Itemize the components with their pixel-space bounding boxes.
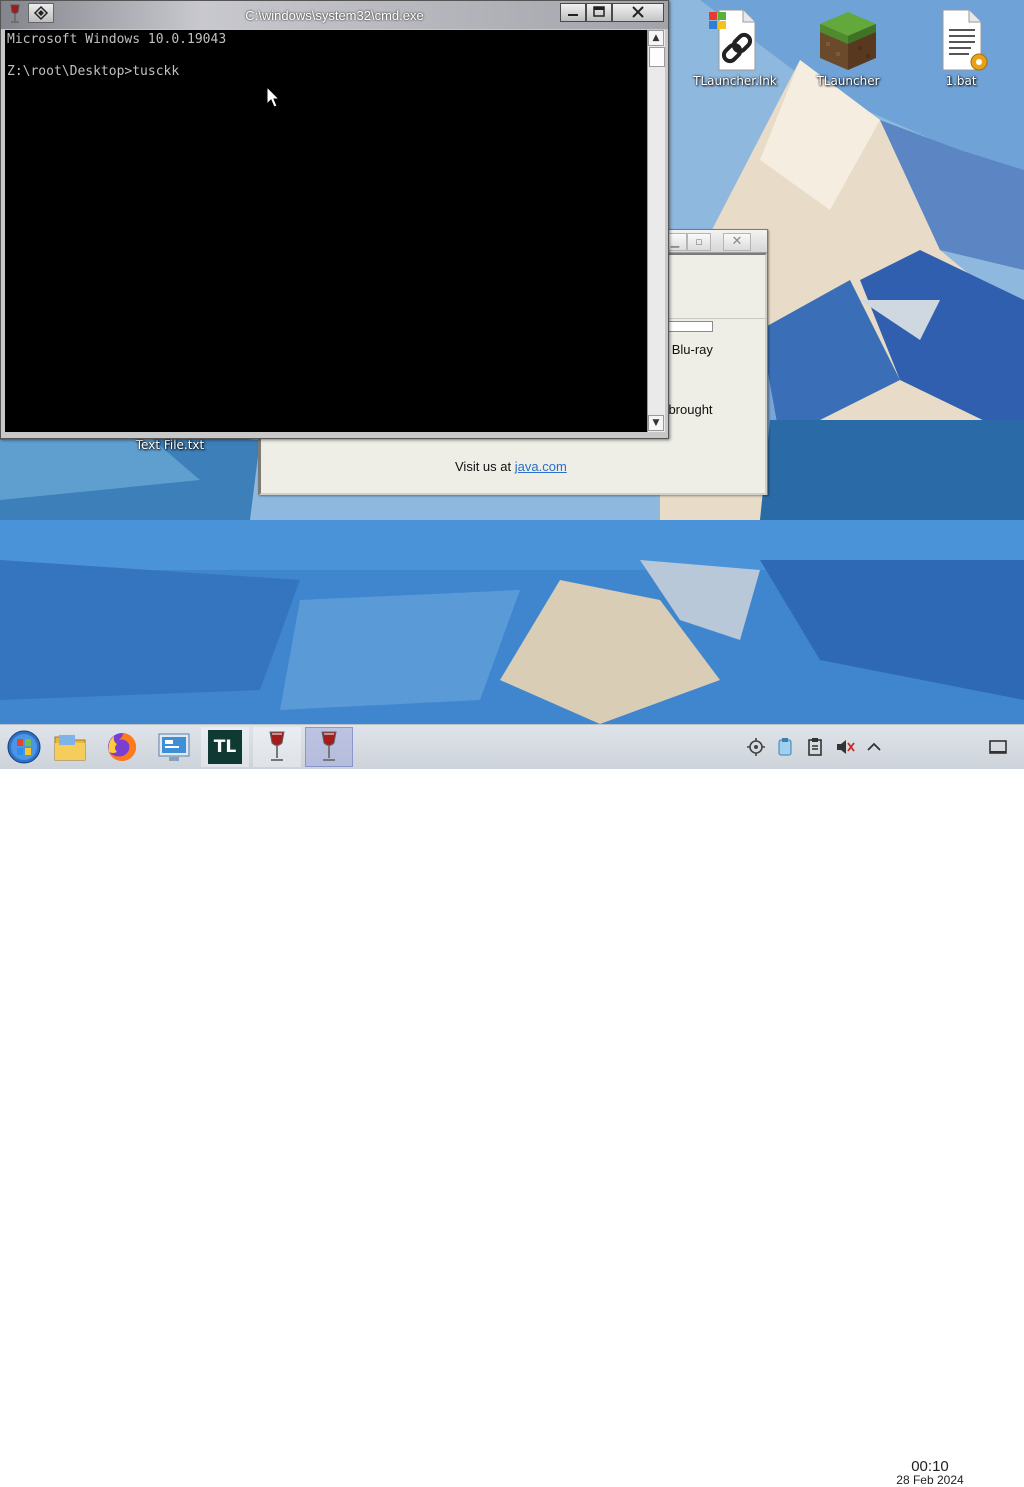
batch-file-icon [929, 8, 993, 72]
scroll-down-button[interactable]: ▼ [648, 415, 664, 431]
taskbar-firefox[interactable] [98, 727, 146, 767]
taskbar-wine-app[interactable] [253, 727, 301, 767]
volume-muted-icon[interactable] [835, 737, 855, 757]
java-visit-text: Visit us at java.com [455, 459, 567, 474]
desktop-icon-tlauncher[interactable]: TLauncher [798, 8, 898, 88]
grass-block-icon [816, 8, 880, 72]
wine-glass-icon [269, 731, 285, 761]
control-panel-icon [158, 733, 190, 761]
shortcut-icon [703, 8, 767, 72]
clipboard-icon[interactable] [805, 737, 825, 757]
maximize-icon [593, 6, 605, 17]
taskbar-file-manager[interactable] [46, 727, 94, 767]
tlauncher-icon: TL [208, 730, 242, 764]
mouse-cursor-icon [266, 86, 281, 108]
scroll-thumb[interactable] [649, 47, 665, 67]
close-button[interactable]: ✕ [723, 233, 751, 251]
maximize-button[interactable] [586, 3, 612, 22]
console-line: Microsoft Windows 10.0.19043 [7, 32, 227, 47]
network-icon[interactable] [746, 737, 766, 757]
desktop-icon-1-bat[interactable]: 1.bat [911, 8, 1011, 88]
minimize-button[interactable] [560, 3, 586, 22]
close-icon [632, 6, 644, 18]
close-button[interactable] [612, 3, 664, 22]
chevron-up-icon[interactable] [864, 737, 884, 757]
taskbar-control-panel[interactable] [150, 727, 198, 767]
desktop-icon-label: TLauncher.lnk [693, 74, 777, 88]
show-desktop-icon[interactable] [988, 737, 1008, 757]
windows-start-icon [7, 730, 41, 764]
minimize-icon [568, 14, 578, 16]
visit-prefix: Visit us at [455, 459, 512, 474]
desktop-icon-label: TLauncher [816, 74, 880, 88]
scroll-up-button[interactable]: ▲ [648, 30, 664, 46]
taskbar-wine-app-active[interactable] [305, 727, 353, 767]
cmd-titlebar[interactable]: C:\windows\system32\cmd.exe [1, 1, 668, 29]
clock-date[interactable]: 28 Feb 2024 [880, 1473, 980, 1487]
wine-glass-icon [321, 731, 337, 761]
desktop-icon-text-file-label[interactable]: Text File.txt [120, 438, 220, 452]
maximize-button[interactable]: ▫ [687, 233, 711, 251]
desktop-icon-label: 1.bat [945, 74, 977, 88]
taskbar: TL 00:10 28 Feb 2024 [0, 724, 1024, 1487]
java-com-link[interactable]: java.com [515, 459, 567, 474]
start-menu-button[interactable] [0, 727, 48, 767]
console-line: Z:\root\Desktop>tusckk [7, 64, 180, 79]
cmd-window[interactable]: C:\windows\system32\cmd.exe Microsoft Wi… [0, 0, 669, 439]
desktop-icon-tlauncher-lnk[interactable]: TLauncher.lnk [685, 8, 785, 88]
console-output[interactable]: Microsoft Windows 10.0.19043 Z:\root\Des… [5, 30, 647, 432]
vertical-scrollbar[interactable]: ▲ ▼ [647, 30, 665, 432]
taskbar-tlauncher[interactable]: TL [201, 727, 249, 767]
firefox-icon [108, 732, 137, 761]
folder-icon [54, 735, 86, 761]
clipboard-helper-icon[interactable] [775, 737, 795, 757]
